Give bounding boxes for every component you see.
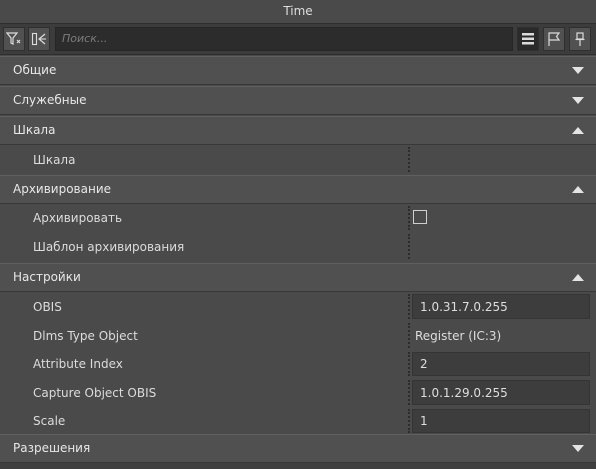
pin-icon — [575, 32, 585, 46]
column-divider[interactable] — [408, 323, 410, 348]
section-permissions[interactable]: Разрешения — [0, 434, 596, 463]
property-label: OBIS — [33, 299, 62, 314]
column-divider[interactable] — [408, 234, 410, 259]
property-grid: Общие Служебные Шкала Шкала Архивировани… — [0, 56, 596, 469]
property-row[interactable]: Capture Object OBIS 1.0.1.29.0.255 — [0, 378, 596, 407]
expand-arrow-icon[interactable] — [572, 67, 584, 74]
section-label: Служебные — [13, 93, 87, 107]
attribute-index-input[interactable]: 2 — [412, 352, 590, 376]
property-row[interactable]: OBIS 1.0.31.7.0.255 — [0, 292, 596, 321]
panel-bottom-edge — [0, 463, 596, 469]
section-sluzhebnye[interactable]: Служебные — [0, 86, 596, 115]
section-label: Шкала — [13, 123, 56, 137]
column-divider[interactable] — [408, 409, 410, 433]
property-row[interactable]: Шкала — [0, 145, 596, 174]
expand-arrow-icon[interactable] — [572, 445, 584, 452]
column-divider[interactable] — [408, 206, 410, 230]
flag-button[interactable] — [543, 27, 565, 51]
column-divider[interactable] — [408, 147, 410, 172]
collapse-icon — [31, 32, 46, 46]
filter-icon — [6, 32, 21, 45]
property-label: Шкала — [33, 152, 76, 167]
window-title: Time — [0, 0, 596, 23]
property-label: Attribute Index — [33, 357, 123, 371]
property-row[interactable]: Attribute Index 2 — [0, 350, 596, 378]
capture-object-obis-input[interactable]: 1.0.1.29.0.255 — [412, 380, 590, 405]
property-row[interactable]: Dlms Type Object Register (IC:3) — [0, 321, 596, 350]
section-label: Разрешения — [13, 441, 91, 455]
section-label: Общие — [13, 63, 57, 77]
search-input[interactable]: Поиск... — [55, 27, 513, 51]
collapse-arrow-icon[interactable] — [572, 186, 584, 193]
property-row[interactable]: Scale 1 — [0, 407, 596, 435]
column-divider[interactable] — [408, 380, 410, 405]
section-shkala[interactable]: Шкала — [0, 116, 596, 145]
obis-input[interactable]: 1.0.31.7.0.255 — [412, 294, 590, 319]
property-row[interactable]: Шаблон архивирования — [0, 232, 596, 261]
toolbar: Поиск... — [0, 23, 596, 55]
pin-button[interactable] — [569, 27, 591, 51]
property-row[interactable]: Архивировать — [0, 204, 596, 232]
column-divider[interactable] — [408, 352, 410, 376]
column-divider[interactable] — [408, 294, 410, 319]
archive-checkbox[interactable] — [413, 210, 427, 224]
property-label: Dlms Type Object — [33, 328, 138, 343]
list-view-button[interactable] — [517, 27, 539, 51]
property-label: Шаблон архивирования — [33, 239, 185, 254]
section-obshie[interactable]: Общие — [0, 56, 596, 85]
section-label: Настройки — [13, 270, 81, 284]
scale-input[interactable]: 1 — [412, 409, 590, 433]
dlms-type-value: Register (IC:3) — [415, 328, 502, 343]
property-label: Capture Object OBIS — [33, 385, 157, 400]
flag-icon — [548, 32, 561, 46]
collapse-all-button[interactable] — [28, 27, 50, 51]
list-icon — [522, 33, 534, 45]
section-archive[interactable]: Архивирование — [0, 175, 596, 204]
section-label: Архивирование — [13, 182, 112, 196]
expand-arrow-icon[interactable] — [572, 97, 584, 104]
property-label: Scale — [33, 414, 66, 428]
collapse-arrow-icon[interactable] — [572, 274, 584, 281]
property-label: Архивировать — [33, 211, 123, 225]
filter-button[interactable] — [3, 27, 25, 51]
section-settings[interactable]: Настройки — [0, 263, 596, 292]
collapse-arrow-icon[interactable] — [572, 127, 584, 134]
